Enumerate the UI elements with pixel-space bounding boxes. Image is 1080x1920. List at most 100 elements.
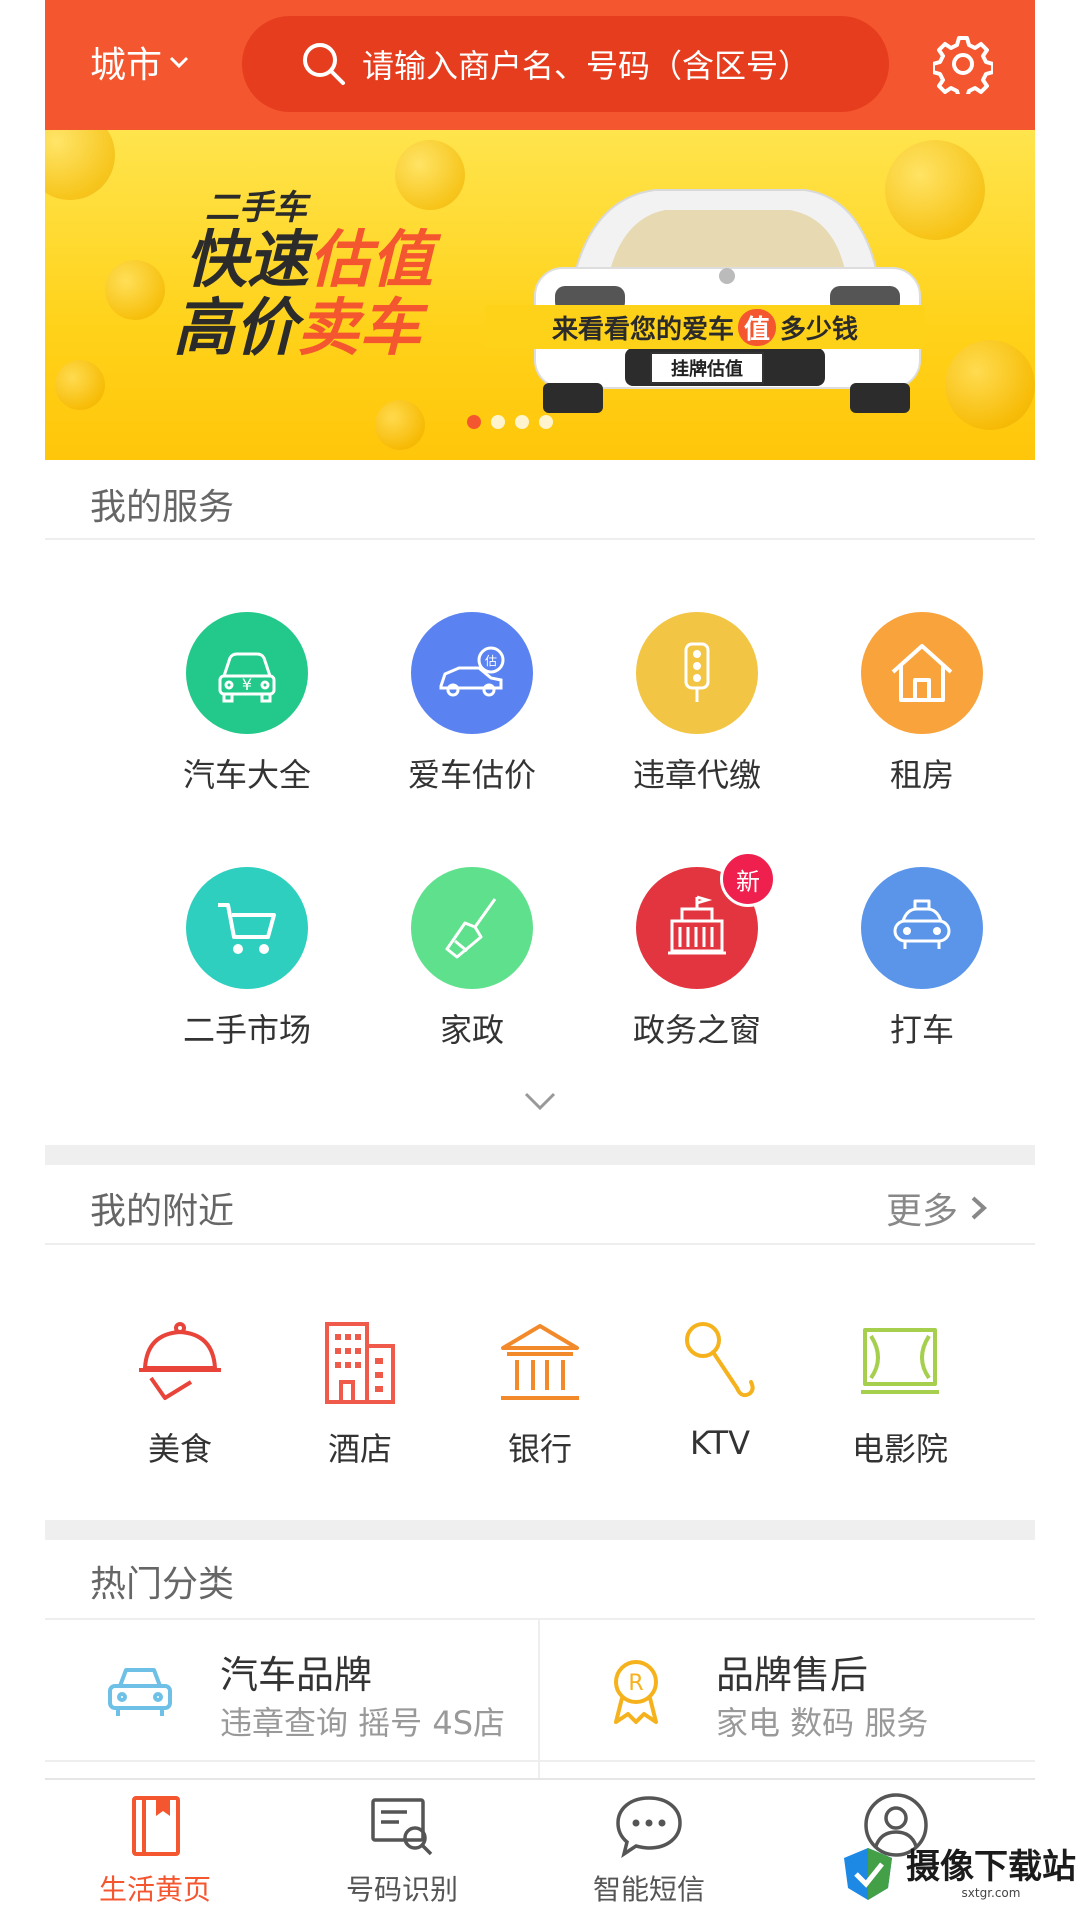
divider (45, 1760, 1035, 1762)
promo-banner[interactable]: 二手车 快速估值 高价卖车 来看看您的爱车值多少钱 挂牌估值 (45, 130, 1035, 460)
nearby-food[interactable]: 美食 (105, 1318, 255, 1470)
banner-tagline: 来看看您的爱车值多少钱 (485, 305, 925, 349)
house-icon (861, 612, 983, 734)
chevron-right-icon (971, 1196, 987, 1220)
hot-card-subtitle: 违章查询 摇号 4S店 (220, 1704, 506, 1742)
microphone-icon (685, 1322, 755, 1398)
coin-decoration (945, 340, 1035, 430)
pagination-dot-active[interactable] (467, 415, 481, 429)
city-selector[interactable]: 城市 (90, 32, 190, 92)
chat-bubble-icon (616, 1796, 682, 1858)
cinema-screen-icon (861, 1328, 939, 1394)
hot-card-brand-aftersales[interactable]: R 品牌售后 家电 数码 服务 (541, 1620, 1035, 1760)
tab-number-recognition[interactable]: 号码识别 (292, 1790, 512, 1908)
search-bar[interactable]: 请输入商户名、号码（含区号） (242, 16, 889, 112)
site-watermark: 摄像下载站 sxtgr.com (838, 1828, 1080, 1920)
service-label: 爱车估价 (407, 756, 536, 794)
service-label: 违章代缴 (632, 756, 761, 794)
svg-text:估: 估 (485, 654, 497, 668)
tab-label: 智能短信 (592, 1873, 705, 1906)
service-car-valuation[interactable]: 估 爱车估价 (382, 612, 562, 796)
section-title-services: 我的服务 (90, 487, 235, 528)
service-renting[interactable]: 租房 (832, 612, 1012, 796)
chevron-down-icon (169, 56, 189, 69)
service-label: 汽车大全 (182, 756, 311, 794)
service-taxi[interactable]: 打车 (832, 867, 1012, 1051)
city-label: 城市 (90, 45, 163, 86)
divider (45, 1243, 1035, 1245)
car-estimate-icon: 估 (411, 612, 533, 734)
section-title-hot: 热门分类 (90, 1564, 235, 1605)
nearby-label: 电影院 (851, 1430, 948, 1468)
tab-smart-sms[interactable]: 智能短信 (539, 1790, 759, 1908)
banner-pagination (467, 415, 553, 429)
nearby-label: 银行 (507, 1430, 572, 1468)
nearby-bank[interactable]: 银行 (465, 1318, 615, 1470)
section-title-nearby: 我的附近 (90, 1191, 235, 1232)
traffic-light-icon (636, 612, 758, 734)
coin-decoration (45, 130, 115, 200)
expand-chevron-icon[interactable] (523, 1090, 557, 1112)
government-building-icon: 新 (636, 851, 776, 989)
nearby-cinema[interactable]: 电影院 (825, 1318, 975, 1470)
hot-card-title: 品牌售后 (716, 1653, 869, 1697)
banner-headline-2: 高价卖车 (173, 291, 422, 364)
right-margin (1035, 0, 1080, 1920)
coin-decoration (375, 400, 425, 450)
app-screen: 城市 请输入商户名、号码（含区号） 二手车 快速估值 高价卖车 来看看您的爱车 … (45, 0, 1035, 1920)
hot-card-title: 汽车品牌 (220, 1653, 373, 1697)
left-margin (0, 0, 45, 1920)
tab-label: 号码识别 (345, 1873, 458, 1906)
car-yuan-icon: ¥ (186, 612, 308, 734)
service-second-hand-market[interactable]: 二手市场 (157, 867, 337, 1051)
svg-text:R: R (628, 1671, 643, 1696)
nearby-hotel[interactable]: 酒店 (285, 1318, 435, 1470)
service-government-window[interactable]: 新 政务之窗 (607, 851, 787, 1051)
shopping-cart-icon (186, 867, 308, 989)
hot-card-car-brands[interactable]: 汽车品牌 违章查询 摇号 4S店 (45, 1620, 535, 1760)
nearby-label: KTV (690, 1424, 750, 1462)
card-search-icon (371, 1798, 433, 1856)
pagination-dot[interactable] (515, 415, 529, 429)
search-placeholder: 请输入商户名、号码（含区号） (362, 47, 811, 85)
watermark-text: 摄像下载站 sxtgr.com (906, 1847, 1076, 1900)
service-car-encyclopedia[interactable]: ¥ 汽车大全 (157, 612, 337, 796)
coin-decoration (395, 140, 465, 210)
nearby-more-link[interactable]: 更多 (886, 1182, 990, 1234)
card-divider (538, 1620, 540, 1778)
registered-medal-icon: R (614, 1660, 658, 1724)
taxi-icon (861, 867, 983, 989)
car-outline-icon (108, 1668, 172, 1716)
bank-icon (501, 1324, 579, 1400)
svg-text:¥: ¥ (242, 675, 252, 694)
banner-kicker: 二手车 (205, 188, 307, 228)
nearby-label: 美食 (147, 1430, 212, 1468)
gear-icon[interactable] (933, 34, 993, 94)
pagination-dot[interactable] (491, 415, 505, 429)
broom-icon (411, 867, 533, 989)
tab-label: 生活黄页 (98, 1873, 211, 1906)
section-gap (45, 1145, 1035, 1165)
section-gap (45, 1520, 1035, 1540)
banner-headline-1: 快速估值 (185, 223, 434, 296)
service-label: 打车 (889, 1011, 954, 1049)
service-label: 二手市场 (182, 1011, 311, 1049)
hotel-building-icon (325, 1322, 395, 1404)
service-traffic-fines[interactable]: 违章代缴 (607, 612, 787, 796)
shield-logo-icon (844, 1848, 892, 1900)
new-badge: 新 (720, 851, 776, 907)
search-icon (303, 43, 345, 85)
more-label: 更多 (885, 1191, 958, 1232)
tab-yellow-pages[interactable]: 生活黄页 (45, 1790, 265, 1908)
top-header: 城市 请输入商户名、号码（含区号） (45, 0, 1035, 130)
service-label: 租房 (889, 756, 954, 794)
book-icon (132, 1796, 180, 1856)
divider (45, 538, 1035, 540)
food-cloche-icon (139, 1322, 221, 1400)
service-housekeeping[interactable]: 家政 (382, 867, 562, 1051)
pagination-dot[interactable] (539, 415, 553, 429)
service-label: 政务之窗 (632, 1011, 761, 1049)
coin-decoration (105, 260, 165, 320)
nearby-ktv[interactable]: KTV (645, 1318, 795, 1462)
license-plate: 挂牌估值 (650, 352, 764, 384)
